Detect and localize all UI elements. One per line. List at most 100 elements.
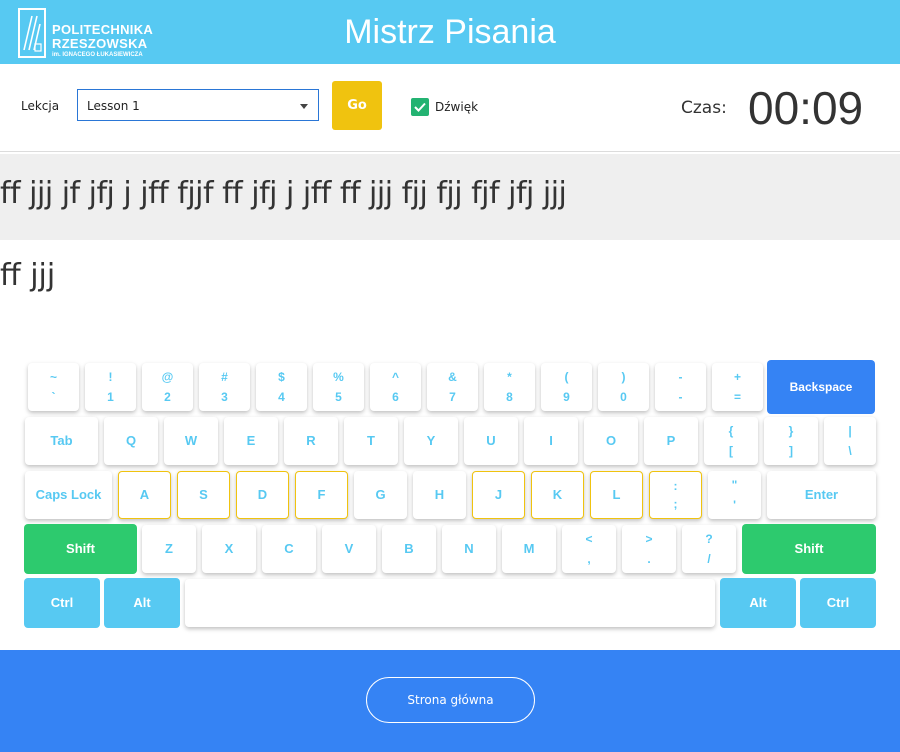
target-text-panel: ff jjj jf jfj j jff fjjf ff jfj j jff ff…: [0, 154, 900, 240]
key-n[interactable]: N: [442, 525, 496, 573]
key-caps-lock[interactable]: Caps Lock: [25, 471, 112, 519]
key-label: A: [139, 487, 150, 502]
key-alt-right[interactable]: Alt: [720, 578, 796, 628]
key-a[interactable]: A: [118, 471, 171, 519]
key-j[interactable]: J: [472, 471, 525, 519]
key-0[interactable]: ) 0: [598, 363, 649, 411]
key-quote[interactable]: " ': [708, 471, 761, 519]
key-label: H: [434, 487, 445, 502]
key-backslash[interactable]: | \: [824, 417, 876, 465]
sound-checkbox[interactable]: [411, 98, 429, 116]
key-semicolon[interactable]: :;: [649, 471, 702, 519]
key-bottom-char: .: [647, 552, 651, 566]
key-h[interactable]: H: [413, 471, 466, 519]
key-minus[interactable]: --: [655, 363, 706, 411]
key-backtick[interactable]: ~ `: [28, 363, 79, 411]
virtual-keyboard: ~ ` ! 1 @2 #3 $4 % 5 ^ 6 & 7 * 8 (9 ) 0 -- + = B…: [24, 359, 878, 631]
key-equals[interactable]: + =: [712, 363, 763, 411]
key-label: C: [284, 541, 294, 556]
key-f[interactable]: F: [295, 471, 348, 519]
key-5[interactable]: % 5: [313, 363, 364, 411]
key-v[interactable]: V: [322, 525, 376, 573]
key-backspace[interactable]: Backspace: [767, 360, 875, 414]
key-bottom-char: /: [707, 552, 711, 566]
key-label: E: [246, 433, 256, 448]
key-g[interactable]: G: [354, 471, 407, 519]
key-bottom-char: 8: [506, 390, 513, 404]
key-top-char: +: [733, 370, 741, 384]
key-top-char: !: [108, 370, 113, 384]
key-e[interactable]: E: [224, 417, 278, 465]
key-top-char: #: [221, 370, 228, 384]
key-label: Tab: [50, 433, 73, 448]
home-page-button[interactable]: Strona główna: [366, 677, 535, 723]
go-button[interactable]: Go: [332, 81, 382, 130]
key-bracket-left[interactable]: {[: [704, 417, 758, 465]
key-bottom-char: ]: [789, 444, 793, 458]
key-t[interactable]: T: [344, 417, 398, 465]
key-w[interactable]: W: [164, 417, 218, 465]
key-6[interactable]: ^ 6: [370, 363, 421, 411]
key-s[interactable]: S: [177, 471, 230, 519]
key-label: X: [224, 541, 234, 556]
key-top-char: $: [278, 370, 285, 384]
key-d[interactable]: D: [236, 471, 289, 519]
key-enter[interactable]: Enter: [767, 471, 876, 519]
key-top-char: &: [448, 370, 457, 384]
key-b[interactable]: B: [382, 525, 436, 573]
key-shift-right[interactable]: Shift: [742, 524, 876, 574]
key-bottom-char: ': [733, 498, 736, 512]
key-top-char: %: [333, 370, 344, 384]
key-c[interactable]: C: [262, 525, 316, 573]
key-9[interactable]: (9: [541, 363, 592, 411]
app-header: POLITECHNIKA RZESZOWSKA im. IGNACEGO ŁUK…: [0, 0, 900, 64]
sound-label: Dźwięk: [435, 100, 479, 114]
key-bottom-char: 3: [221, 390, 228, 404]
key-l[interactable]: L: [590, 471, 643, 519]
key-bottom-char: \: [848, 444, 852, 458]
key-bracket-right[interactable]: }]: [764, 417, 818, 465]
key-m[interactable]: M: [502, 525, 556, 573]
key-u[interactable]: U: [464, 417, 518, 465]
key-top-char: ?: [705, 532, 713, 546]
key-label: P: [666, 433, 676, 448]
key-y[interactable]: Y: [404, 417, 458, 465]
key-ctrl-left[interactable]: Ctrl: [24, 578, 100, 628]
key-bottom-char: 6: [392, 390, 399, 404]
key-2[interactable]: @2: [142, 363, 193, 411]
lesson-select[interactable]: Lesson 1: [77, 89, 319, 121]
key-space[interactable]: [185, 579, 715, 627]
key-label: Q: [125, 433, 137, 448]
key-alt-left[interactable]: Alt: [104, 578, 180, 628]
key-slash[interactable]: ? /: [682, 525, 736, 573]
key-comma[interactable]: <,: [562, 525, 616, 573]
key-label: L: [612, 487, 621, 502]
key-q[interactable]: Q: [104, 417, 158, 465]
key-ctrl-right[interactable]: Ctrl: [800, 578, 876, 628]
key-top-char: ^: [391, 370, 399, 384]
key-i[interactable]: I: [524, 417, 578, 465]
key-period[interactable]: >.: [622, 525, 676, 573]
key-label: Alt: [749, 595, 767, 610]
key-label: U: [486, 433, 496, 448]
key-p[interactable]: P: [644, 417, 698, 465]
key-label: W: [184, 433, 198, 448]
key-z[interactable]: Z: [142, 525, 196, 573]
key-o[interactable]: O: [584, 417, 638, 465]
key-label: D: [257, 487, 268, 502]
key-1[interactable]: ! 1: [85, 363, 136, 411]
key-r[interactable]: R: [284, 417, 338, 465]
key-label: V: [344, 541, 354, 556]
key-3[interactable]: #3: [199, 363, 250, 411]
key-k[interactable]: K: [531, 471, 584, 519]
key-label: S: [199, 487, 208, 502]
key-top-char: *: [507, 370, 512, 384]
key-x[interactable]: X: [202, 525, 256, 573]
key-tab[interactable]: Tab: [25, 417, 98, 465]
key-4[interactable]: $4: [256, 363, 307, 411]
key-7[interactable]: & 7: [427, 363, 478, 411]
key-8[interactable]: * 8: [484, 363, 535, 411]
key-bottom-char: 0: [620, 390, 627, 404]
key-top-char: }: [788, 424, 794, 438]
key-shift-left[interactable]: Shift: [24, 524, 137, 574]
